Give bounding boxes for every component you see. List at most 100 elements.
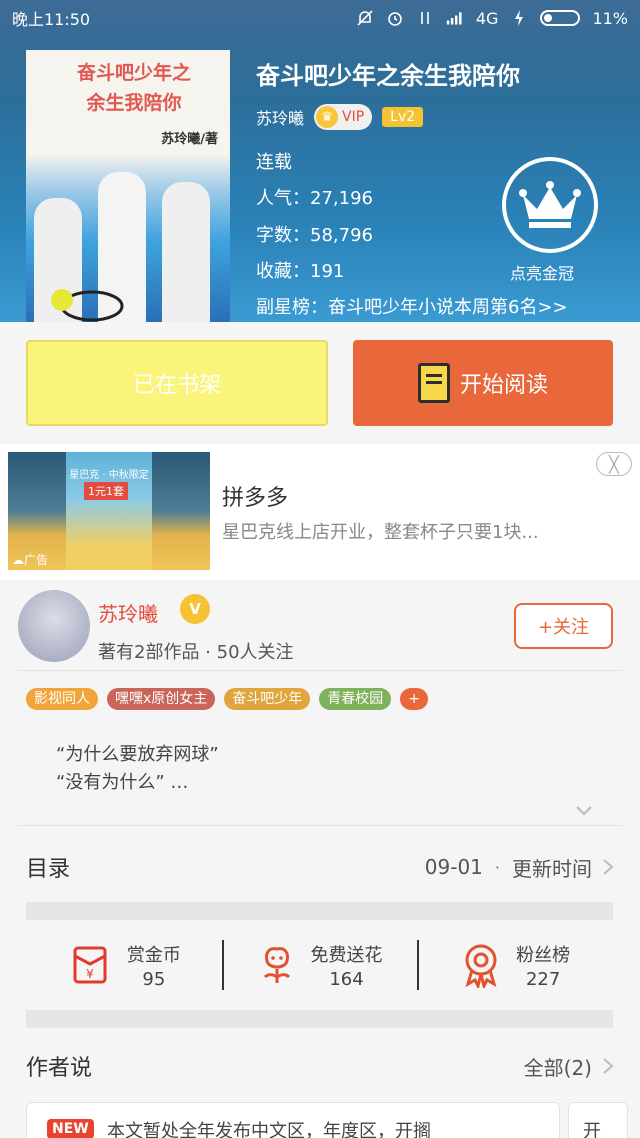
- author-says-row[interactable]: 作者说 全部(2): [26, 1044, 616, 1088]
- cover-figure: [162, 182, 210, 322]
- red-envelope-icon: ¥: [73, 946, 107, 984]
- new-badge: NEW: [47, 1119, 94, 1138]
- book-popularity: 人气：27,196: [256, 188, 373, 209]
- reward-coins-button[interactable]: ¥ 赏金币 95: [26, 926, 222, 1004]
- stat-count: 227: [525, 968, 561, 990]
- tag-chip[interactable]: 青春校园: [319, 688, 392, 710]
- author-post-text: 本文暂处全年发布中文区，年度区，开搁: [107, 1121, 431, 1138]
- tag-chip[interactable]: 奋斗吧少年: [224, 688, 311, 710]
- cover-title-line: 奋斗吧少年之: [76, 62, 191, 84]
- section-spacer: [26, 902, 613, 920]
- mute-icon: [356, 9, 374, 27]
- stat-count: 164: [329, 968, 364, 990]
- light-crown-button[interactable]: [502, 157, 598, 253]
- verified-badge: V: [180, 594, 210, 624]
- chevron-down-icon[interactable]: [574, 800, 594, 820]
- author-post-card[interactable]: NEW 本文暂处全年发布中文区，年度区，开搁: [26, 1102, 560, 1138]
- data-transfer-icon: [416, 9, 434, 27]
- cover-author: 苏玲曦/著: [161, 132, 218, 147]
- toc-separator: ·: [494, 857, 500, 877]
- on-shelf-button[interactable]: 已在书架: [26, 340, 328, 426]
- ad-banner[interactable]: 星巴克 · 中秋限定 1元1套 ☁广告 拼多多 星巴克线上店开业，整套杯子只要1…: [0, 444, 640, 580]
- divider: [18, 670, 622, 671]
- chevron-right-icon: [603, 859, 614, 875]
- author-says-title: 作者说: [26, 1056, 93, 1081]
- battery-icon: [540, 10, 581, 26]
- book-status: 连载: [256, 152, 292, 173]
- tag-chip[interactable]: 嘿嘿x原创女主: [107, 688, 216, 710]
- book-favorites: 收藏：191: [256, 261, 345, 282]
- book-ranking[interactable]: 副星榜：奋斗吧少年小说本周第6名>>: [256, 293, 568, 319]
- network-type: 4G: [475, 8, 499, 28]
- free-flower-button[interactable]: 免费送花 164: [221, 926, 418, 1004]
- book-cover[interactable]: 奋斗吧少年之 余生我陪你 苏玲曦/著: [26, 50, 230, 322]
- synopsis-line: “没有为什么” …: [56, 772, 189, 793]
- tag-list: 影视同人 嘿嘿x原创女主 奋斗吧少年 青春校园 +: [26, 688, 429, 710]
- book-author[interactable]: 苏玲曦: [256, 105, 304, 129]
- light-crown-label: 点亮金冠: [510, 264, 575, 283]
- stat-count: 95: [142, 968, 166, 990]
- ad-poster-price: 1元1套: [84, 482, 128, 500]
- stat-text: 粉丝榜 227: [516, 941, 570, 990]
- stats-row: ¥ 赏金币 95 免费送花 164 粉丝榜 227: [26, 926, 613, 1004]
- alarm-icon: [386, 9, 404, 27]
- svg-text:¥: ¥: [86, 967, 94, 981]
- ad-description: 星巴克线上店开业，整套杯子只要1块...: [222, 522, 539, 543]
- ad-poster: 星巴克 · 中秋限定 1元1套: [66, 452, 152, 570]
- crown-icon: [519, 181, 581, 228]
- author-section: 苏玲曦 V 著有2部作品 · 50人关注 +关注 影视同人 嘿嘿x原创女主 奋斗…: [0, 580, 640, 1138]
- signal-icon: [446, 9, 464, 27]
- start-reading-label: 开始阅读: [459, 373, 548, 398]
- toc-title: 目录: [26, 857, 71, 882]
- stat-text: 赏金币 95: [127, 941, 181, 990]
- ad-tag-label: 广告: [24, 553, 49, 567]
- stat-label: 免费送花: [310, 944, 383, 966]
- chevron-right-icon: [603, 1058, 614, 1074]
- stat-text: 免费送花 164: [311, 941, 383, 990]
- divider: [18, 825, 622, 826]
- status-bar: 晚上11:50 4G 11%: [0, 0, 640, 36]
- status-time: 晚上11:50: [12, 10, 91, 29]
- toc-row[interactable]: 目录 09-01 · 更新时间: [26, 842, 616, 892]
- ad-close-button[interactable]: ╳: [596, 452, 632, 476]
- author-says-all: 全部(2): [523, 1055, 592, 1080]
- book-author-row: 苏玲曦 ♛ VIP Lv2: [256, 104, 424, 130]
- cover-title: 奋斗吧少年之 余生我陪你: [44, 58, 224, 118]
- toc-date: 09-01: [424, 855, 483, 879]
- book-icon: [417, 363, 450, 403]
- ad-image: 星巴克 · 中秋限定 1元1套 ☁广告: [8, 452, 210, 570]
- start-reading-button[interactable]: 开始阅读: [353, 340, 613, 426]
- book-title: 奋斗吧少年之余生我陪你: [256, 62, 520, 90]
- book-detail-page: 晚上11:50 4G 11% 奋斗吧少年之 余生我陪你 苏玲曦/著 奋斗吧少年之…: [0, 0, 640, 1138]
- ad-poster-text: 星巴克 · 中秋限定: [69, 470, 149, 481]
- book-hero: 晚上11:50 4G 11% 奋斗吧少年之 余生我陪你 苏玲曦/著 奋斗吧少年之…: [0, 0, 640, 322]
- author-post-text: 开: [583, 1121, 601, 1138]
- book-word-count: 字数：58,796: [256, 225, 373, 246]
- section-spacer: [26, 1010, 613, 1028]
- stat-label: 赏金币: [126, 944, 181, 966]
- ad-tag: ☁广告: [12, 553, 49, 567]
- vip-label: VIP: [342, 109, 365, 125]
- tag-chip[interactable]: 影视同人: [26, 688, 98, 710]
- ad-title: 拼多多: [222, 486, 289, 511]
- writer-name[interactable]: 苏玲曦: [98, 598, 158, 627]
- synopsis-line: “为什么要放弃网球”: [56, 744, 219, 765]
- vip-crown-icon: ♛: [316, 106, 339, 128]
- toc-update-label: 更新时间: [512, 856, 592, 881]
- status-icons: 4G 11%: [356, 9, 628, 28]
- flower-icon: [263, 947, 290, 983]
- action-area: 已在书架 开始阅读: [0, 322, 640, 444]
- level-badge: Lv2: [382, 107, 424, 127]
- author-post-card[interactable]: 开: [568, 1102, 628, 1138]
- vip-badge: ♛ VIP: [314, 104, 373, 130]
- more-tags-button[interactable]: +: [400, 688, 429, 710]
- avatar[interactable]: [18, 590, 90, 662]
- follow-button[interactable]: +关注: [514, 603, 613, 649]
- medal-icon: [465, 944, 497, 988]
- tennis-ball-icon: [51, 289, 73, 311]
- writer-meta: 著有2部作品 · 50人关注: [98, 642, 294, 663]
- stat-label: 粉丝榜: [516, 944, 571, 966]
- fan-rank-button[interactable]: 粉丝榜 227: [417, 926, 613, 1004]
- cover-title-line: 余生我陪你: [86, 92, 182, 114]
- charging-icon: [510, 9, 528, 27]
